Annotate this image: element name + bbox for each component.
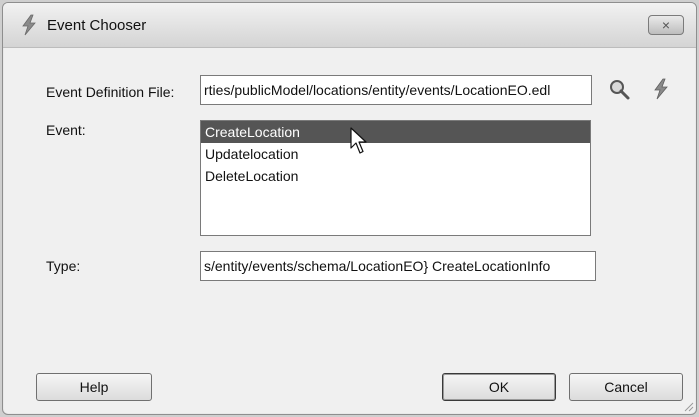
event-list-item-createlocation[interactable]: CreateLocation	[201, 121, 590, 143]
lightning-icon	[22, 14, 36, 36]
close-icon: ×	[661, 17, 671, 33]
event-definition-file-field[interactable]: rties/publicModel/locations/entity/event…	[200, 75, 592, 105]
type-field[interactable]: s/entity/events/schema/LocationEO} Creat…	[200, 251, 596, 281]
cancel-button[interactable]: Cancel	[569, 373, 683, 401]
lightning-icon[interactable]	[649, 77, 673, 101]
help-button-label: Help	[79, 379, 109, 395]
event-list-item-updatelocation[interactable]: Updatelocation	[201, 143, 590, 165]
event-label: Event:	[46, 122, 86, 138]
window-title: Event Chooser	[47, 17, 147, 34]
type-label: Type:	[46, 258, 81, 274]
event-list-item-deletelocation[interactable]: DeleteLocation	[201, 165, 590, 187]
event-chooser-dialog: Event Chooser × Event Definition File: r…	[2, 2, 697, 415]
ok-button[interactable]: OK	[442, 373, 556, 401]
event-definition-file-label: Event Definition File:	[46, 84, 175, 100]
close-button[interactable]: ×	[648, 15, 684, 35]
help-button[interactable]: Help	[36, 373, 152, 401]
event-list[interactable]: CreateLocation Updatelocation DeleteLoca…	[200, 120, 591, 236]
mouse-pointer-icon	[350, 127, 367, 154]
ok-button-label: OK	[488, 379, 510, 395]
search-icon[interactable]	[607, 78, 631, 102]
title-bar: Event Chooser ×	[3, 3, 696, 48]
cancel-button-label: Cancel	[604, 379, 648, 395]
resize-grip-icon[interactable]	[682, 400, 694, 412]
